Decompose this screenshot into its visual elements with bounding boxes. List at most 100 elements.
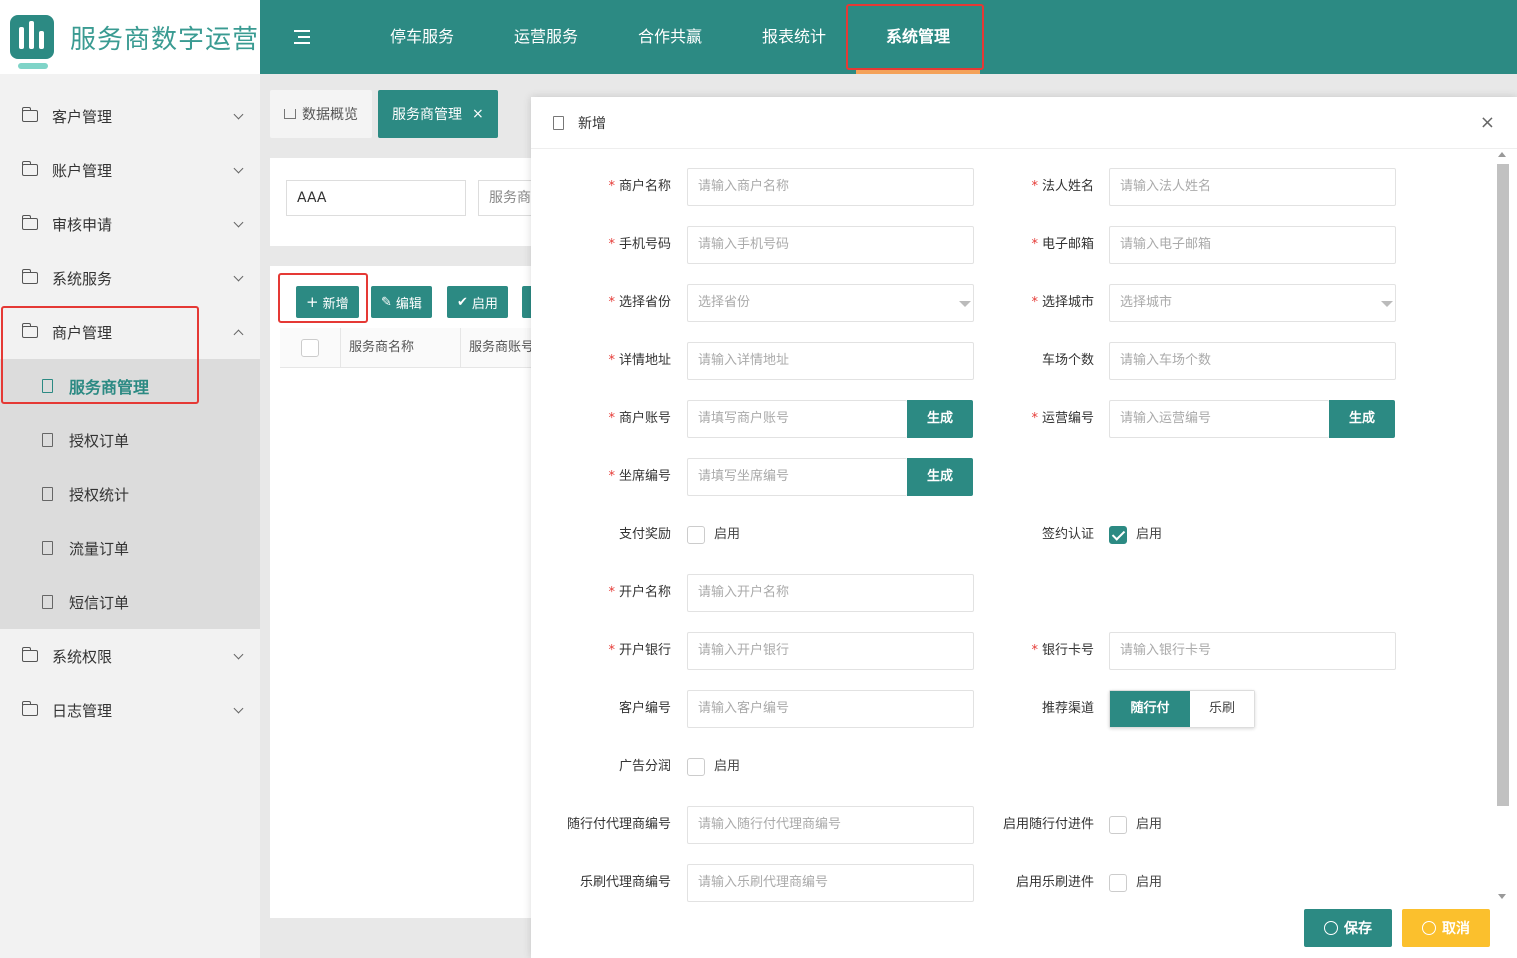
address-input[interactable]: 请输入详情地址 (687, 342, 974, 380)
ls-enable-checkbox[interactable] (1109, 874, 1127, 892)
modal-header: 新增 × (531, 97, 1517, 149)
city-label: * 选择城市 (1031, 295, 1094, 310)
ls-enable-option[interactable]: 启用 (1136, 874, 1162, 892)
bank-input[interactable]: 请输入开户银行 (687, 632, 974, 670)
province-label: * 选择省份 (608, 295, 671, 310)
ad-share-option[interactable]: 启用 (714, 758, 740, 776)
sxf-enable-option[interactable]: 启用 (1136, 816, 1162, 834)
sign-auth-option[interactable]: 启用 (1136, 526, 1162, 544)
sxf-enable-checkbox[interactable] (1109, 816, 1127, 834)
city-select[interactable]: 选择城市 (1109, 284, 1396, 322)
menu-toggle-icon[interactable] (294, 30, 310, 44)
filter-input-1[interactable]: AAA (286, 180, 466, 216)
card-no-input[interactable]: 请输入银行卡号 (1109, 632, 1396, 670)
cancel-button[interactable]: 取消 (1402, 909, 1490, 947)
sidebar-item-merchant[interactable]: 商户管理 (0, 305, 260, 359)
ad-share-checkbox[interactable] (687, 758, 705, 776)
sidebar-item-auth-orders[interactable]: 授权订单 (0, 413, 260, 467)
ops-no-input[interactable]: 请输入运营编号 (1109, 400, 1329, 438)
add-button[interactable]: + 新增 (296, 286, 359, 318)
sidebar-item-review[interactable]: 审核申请 (0, 197, 260, 251)
province-select[interactable]: 选择省份 (687, 284, 974, 322)
pay-reward-label: 支付奖励 (618, 527, 671, 542)
lot-count-label: 车场个数 (1041, 353, 1094, 368)
close-circle-icon (1422, 921, 1436, 935)
document-icon (42, 595, 53, 609)
save-button[interactable]: 保存 (1304, 909, 1392, 947)
folder-icon (21, 647, 38, 662)
nav-reports[interactable]: 报表统计 (732, 0, 856, 74)
sidebar-item-account[interactable]: 账户管理 (0, 143, 260, 197)
merchant-account-input[interactable]: 请填写商户账号 (687, 400, 907, 438)
filter-card: AAA 服务商 (270, 158, 540, 246)
sidebar-item-permissions[interactable]: 系统权限 (0, 629, 260, 683)
sidebar-menu: 客户管理 账户管理 审核申请 系统服务 商户管理 服务商管理 授权订单 授权统计… (0, 89, 260, 737)
ls-agent-input[interactable]: 请输入乐刷代理商编号 (687, 864, 974, 902)
document-icon (42, 379, 53, 393)
email-input[interactable]: 请输入电子邮箱 (1109, 226, 1396, 264)
generate-seat-no-button[interactable]: 生成 (907, 458, 973, 496)
top-nav: 停车服务 运营服务 合作共赢 报表统计 系统管理 (260, 0, 1517, 74)
tab-dashboard[interactable]: 数据概览 (270, 90, 372, 138)
channel-segmented: 随行付 乐刷 (1109, 690, 1255, 728)
list-card: + 新增 ✎ 编辑 ✔ 启用 服务商名称 服务商账号 (270, 266, 540, 918)
tab-provider-mgmt[interactable]: 服务商管理 × (378, 90, 498, 138)
document-icon (42, 487, 53, 501)
folder-icon (21, 215, 38, 230)
customer-no-input[interactable]: 请输入客户编号 (687, 690, 974, 728)
folder-icon (21, 107, 38, 122)
page-tabs: 数据概览 服务商管理 × (270, 90, 504, 138)
folder-icon (21, 701, 38, 716)
phone-label: * 手机号码 (608, 237, 671, 252)
add-modal: 新增 × * 商户名称 请输入商户名称 * 法人姓名 请输入法人姓名 * 手机号码 请… (531, 97, 1517, 958)
sxf-agent-input[interactable]: 请输入随行付代理商编号 (687, 806, 974, 844)
ad-share-label: 广告分润 (618, 759, 671, 774)
column-header-name: 服务商名称 (340, 327, 460, 368)
seat-no-input[interactable]: 请填写坐席编号 (687, 458, 907, 496)
legal-name-label: * 法人姓名 (1031, 179, 1094, 194)
sidebar-item-provider-mgmt[interactable]: 服务商管理 (0, 359, 260, 413)
email-label: * 电子邮箱 (1031, 237, 1094, 252)
sidebar-item-auth-stats[interactable]: 授权统计 (0, 467, 260, 521)
folder-icon (21, 269, 38, 284)
generate-ops-no-button[interactable]: 生成 (1329, 400, 1395, 438)
logo: 服务商数字运营 (0, 0, 260, 74)
sidebar-item-sms-orders[interactable]: 短信订单 (0, 575, 260, 629)
close-icon[interactable]: × (1480, 114, 1495, 132)
channel-label: 推荐渠道 (1041, 701, 1094, 716)
edit-button[interactable]: ✎ 编辑 (371, 286, 432, 318)
select-all-checkbox[interactable] (301, 338, 319, 357)
pay-reward-option[interactable]: 启用 (714, 526, 740, 544)
sign-auth-checkbox[interactable] (1109, 526, 1127, 544)
lot-count-input[interactable]: 请输入车场个数 (1109, 342, 1396, 380)
card-no-label: * 银行卡号 (1031, 643, 1094, 658)
customer-no-label: 客户编号 (618, 701, 671, 716)
account-name-input[interactable]: 请输入开户名称 (687, 574, 974, 612)
channel-option-ls[interactable]: 乐刷 (1190, 691, 1254, 727)
nav-parking[interactable]: 停车服务 (360, 0, 484, 74)
table-header: 服务商名称 服务商账号 (280, 327, 540, 368)
modal-scrollbar[interactable] (1495, 152, 1509, 902)
bank-label: * 开户银行 (608, 643, 671, 658)
sidebar-item-system-service[interactable]: 系统服务 (0, 251, 260, 305)
channel-option-sxf[interactable]: 随行付 (1110, 691, 1190, 727)
chevron-down-icon (233, 649, 244, 660)
sidebar-item-logs[interactable]: 日志管理 (0, 683, 260, 737)
enable-button[interactable]: ✔ 启用 (447, 286, 508, 318)
sidebar-item-customer[interactable]: 客户管理 (0, 89, 260, 143)
nav-cooperation[interactable]: 合作共赢 (608, 0, 732, 74)
sxf-agent-label: 随行付代理商编号 (566, 817, 671, 832)
chevron-down-icon (233, 163, 244, 174)
folder-icon (21, 323, 38, 338)
legal-name-input[interactable]: 请输入法人姓名 (1109, 168, 1396, 206)
phone-input[interactable]: 请输入手机号码 (687, 226, 974, 264)
chevron-down-icon (233, 703, 244, 714)
sidebar-item-traffic-orders[interactable]: 流量订单 (0, 521, 260, 575)
pay-reward-checkbox[interactable] (687, 526, 705, 544)
nav-system[interactable]: 系统管理 (856, 0, 980, 74)
ls-enable-label: 启用乐刷进件 (1015, 875, 1094, 890)
merchant-name-input[interactable]: 请输入商户名称 (687, 168, 974, 206)
sxf-enable-label: 启用随行付进件 (1002, 817, 1094, 832)
close-icon[interactable]: × (472, 106, 484, 122)
nav-operations[interactable]: 运营服务 (484, 0, 608, 74)
